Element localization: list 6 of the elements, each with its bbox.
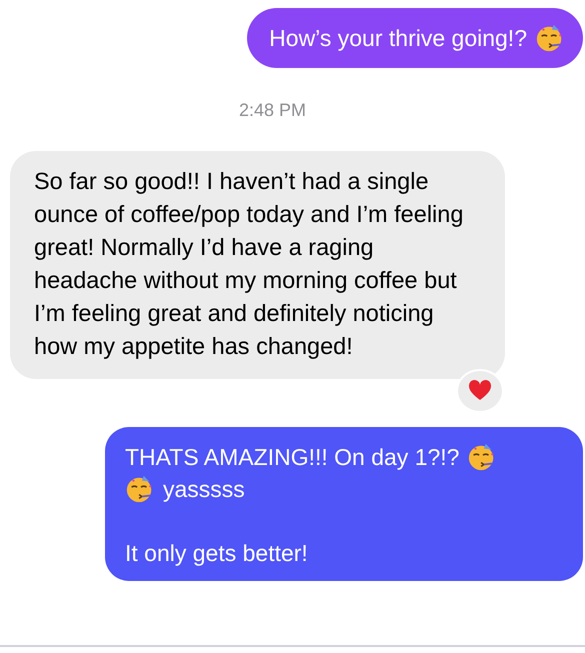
message-text: It only gets better!: [125, 539, 308, 568]
message-text: yasssss: [163, 475, 245, 504]
timestamp: 2:48 PM: [238, 100, 306, 121]
message-text: How’s your thrive going!?: [269, 24, 527, 53]
message-text: So far so good!! I haven’t had a single ounce of coffee/pop today and I’m feeling great! Normally I’d have a raging headache without my morning coffee but I’m feeling great and definitely noticing how my appetite has changed!: [34, 168, 464, 359]
message-text: THATS AMAZING!!! On day 1?!?: [125, 443, 460, 472]
